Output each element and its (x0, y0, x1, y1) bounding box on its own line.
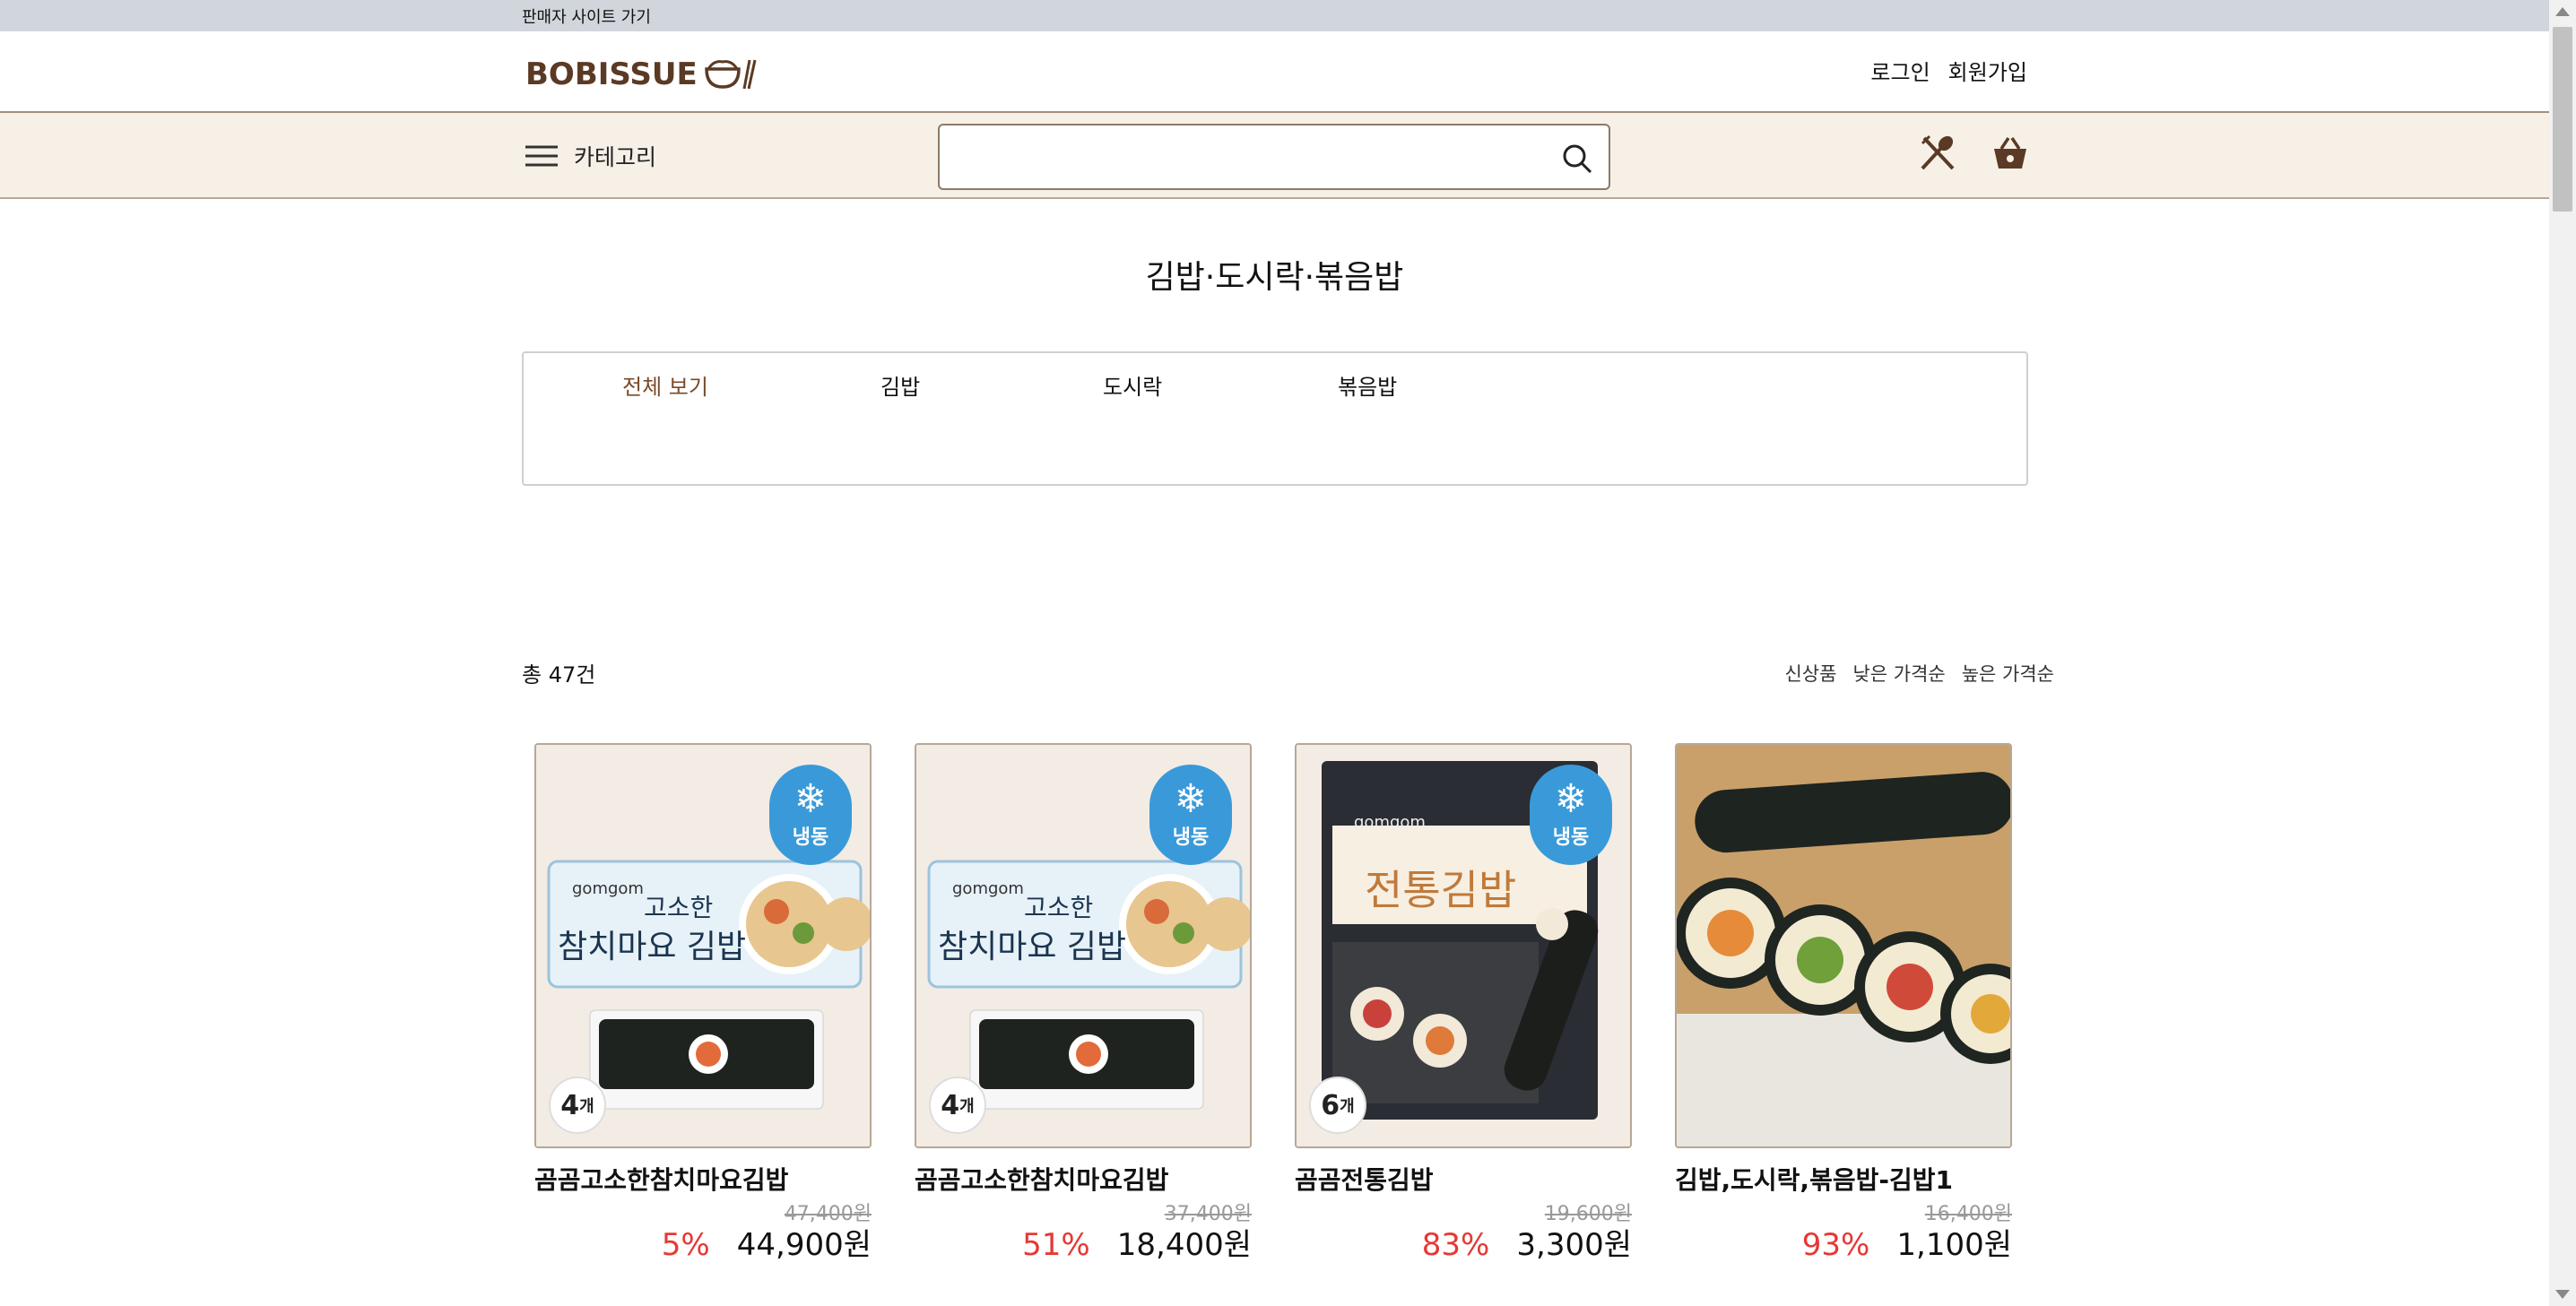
navbar: 카테고리 (0, 113, 2549, 199)
price-line: 5% 44,900원 (662, 1220, 872, 1264)
snowflake-icon: ❄ (1174, 776, 1208, 822)
pack-count-number: 4 (560, 1089, 580, 1121)
product-card[interactable]: gomgom 고소한 참치마요 김밥 ❄ 냉동 4개 곰곰고소한참치마요김밥 4… (534, 743, 872, 1263)
scroll-down-arrow-icon[interactable] (2555, 1290, 2570, 1299)
login-link[interactable]: 로그인 (1870, 55, 1930, 86)
pack-count-unit: 개 (959, 1097, 975, 1116)
gimbap-photo (1677, 745, 2010, 1146)
price-line: 51% 18,400원 (1022, 1220, 1252, 1264)
tab-fried-rice[interactable]: 볶음밥 (1338, 369, 1397, 401)
price-line: 93% 1,100원 (1802, 1220, 2012, 1264)
snowflake-icon: ❄ (1554, 776, 1588, 822)
frozen-badge: ❄ 냉동 (1530, 765, 1612, 865)
logo[interactable]: BOBISSUE (525, 56, 757, 92)
subcategory-panel: 전체 보기 김밥 도시락 볶음밥 (522, 351, 2028, 486)
seller-site-link[interactable]: 판매자 사이트 가기 (522, 4, 651, 28)
search-icon[interactable] (1562, 143, 1592, 174)
page-scrollbar[interactable] (2549, 0, 2576, 1306)
sort-newest[interactable]: 신상품 (1784, 660, 1836, 687)
package-line1: 고소한 (1024, 893, 1094, 922)
total-count: 총 47건 (522, 662, 596, 688)
scrollbar-thumb[interactable] (2553, 27, 2572, 212)
nav-icons (1919, 134, 2030, 172)
search-input[interactable] (954, 138, 1528, 176)
sale-price: 18,400원 (1116, 1227, 1252, 1263)
package-brand: gomgom (1354, 813, 1426, 832)
sort-options: 신상품 낮은 가격순 높은 가격순 (1784, 660, 2054, 687)
package-line2: 참치마요 김밥 (938, 929, 1127, 965)
logo-text: BOBISSUE (525, 56, 698, 92)
product-name[interactable]: 곰곰고소한참치마요김밥 (915, 1161, 1252, 1197)
frozen-label: 냉동 (792, 826, 829, 849)
tab-dosirak[interactable]: 도시락 (1103, 369, 1162, 401)
tab-gimbap[interactable]: 김밥 (880, 369, 920, 401)
product-image[interactable]: gomgom 고소한 참치마요 김밥 ❄ 냉동 4개 (915, 743, 1252, 1148)
pack-count-unit: 개 (1340, 1097, 1355, 1116)
category-label: 카테고리 (574, 144, 657, 170)
pack-count-badge: 4개 (929, 1077, 986, 1134)
page-title: 김밥·도시락·볶음밥 (1145, 259, 1404, 296)
discount-rate: 51% (1022, 1227, 1090, 1263)
product-name[interactable]: 김밥,도시락,볶음밥-김밥1 (1675, 1161, 2012, 1197)
price-line: 83% 3,300원 (1422, 1220, 1632, 1264)
pack-count-badge: 6개 (1309, 1077, 1366, 1134)
package-brand: gomgom (952, 879, 1024, 898)
pack-count-unit: 개 (579, 1097, 594, 1116)
sort-price-low[interactable]: 낮은 가격순 (1852, 660, 1945, 687)
frozen-badge: ❄ 냉동 (1149, 765, 1232, 865)
sale-price: 44,900원 (736, 1227, 872, 1263)
product-card[interactable]: 김밥,도시락,볶음밥-김밥1 16,400원 93% 1,100원 (1675, 743, 2012, 1263)
discount-rate: 5% (661, 1227, 710, 1263)
basket-icon[interactable] (1991, 134, 2030, 172)
hamburger-icon (525, 145, 558, 167)
discount-rate: 83% (1421, 1227, 1490, 1263)
scroll-up-arrow-icon[interactable] (2555, 7, 2570, 16)
package-brand: gomgom (572, 879, 644, 898)
auth-links: 로그인 회원가입 (1870, 55, 2027, 86)
product-image[interactable]: gomgom 고소한 참치마요 김밥 ❄ 냉동 4개 (534, 743, 872, 1148)
search-box (938, 124, 1610, 190)
frozen-badge: ❄ 냉동 (769, 765, 852, 865)
frozen-label: 냉동 (1172, 826, 1210, 849)
tab-all[interactable]: 전체 보기 (622, 369, 708, 401)
discount-rate: 93% (1801, 1227, 1870, 1263)
product-image[interactable]: gomgom 전통김밥 ❄ 냉동 6개 (1295, 743, 1632, 1148)
package-line2: 참치마요 김밥 (558, 929, 747, 965)
snowflake-icon: ❄ (794, 776, 828, 822)
package-line1: 고소한 (644, 893, 714, 922)
product-card[interactable]: gomgom 고소한 참치마요 김밥 ❄ 냉동 4개 곰곰고소한참치마요김밥 3… (915, 743, 1252, 1263)
sort-price-high[interactable]: 높은 가격순 (1962, 660, 2054, 687)
product-name[interactable]: 곰곰고소한참치마요김밥 (534, 1161, 872, 1197)
header: BOBISSUE 로그인 회원가입 (0, 31, 2549, 113)
sale-price: 3,300원 (1516, 1227, 1632, 1263)
category-menu-button[interactable]: 카테고리 (524, 140, 656, 172)
sale-price: 1,100원 (1896, 1227, 2012, 1263)
pack-count-badge: 4개 (549, 1077, 606, 1134)
package-line1: 전통김밥 (1365, 866, 1517, 914)
seller-bar: 판매자 사이트 가기 (0, 0, 2549, 31)
pack-count-number: 4 (941, 1089, 960, 1121)
spoon-fork-icon[interactable] (1919, 134, 1956, 172)
signup-link[interactable]: 회원가입 (1948, 55, 2027, 86)
product-image[interactable] (1675, 743, 2012, 1148)
frozen-label: 냉동 (1552, 826, 1590, 849)
product-name[interactable]: 곰곰전통김밥 (1295, 1161, 1632, 1197)
rice-bowl-icon (704, 59, 757, 90)
product-card[interactable]: gomgom 전통김밥 ❄ 냉동 6개 곰곰전통김밥 19,600원 83% 3… (1295, 743, 1632, 1263)
pack-count-number: 6 (1321, 1089, 1340, 1121)
